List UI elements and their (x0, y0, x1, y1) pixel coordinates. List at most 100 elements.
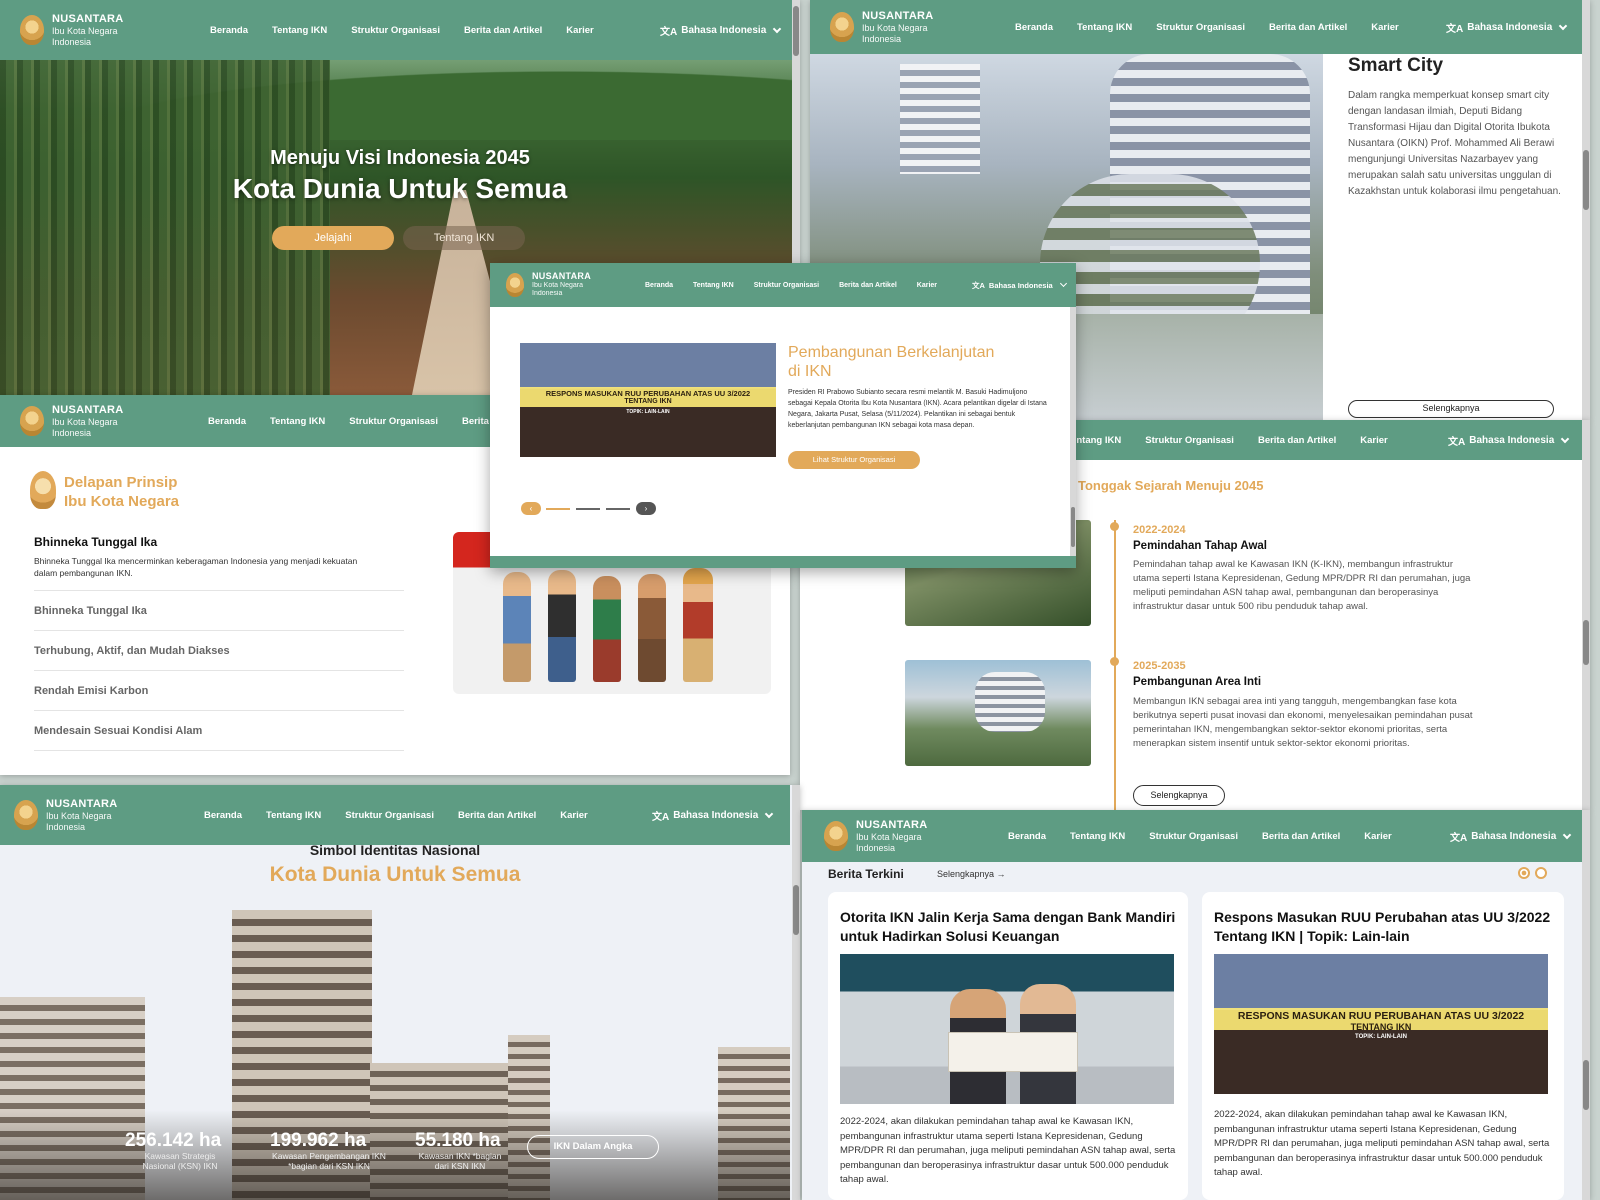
logo[interactable]: NUSANTARA Ibu Kota Negara Indonesia (824, 819, 928, 854)
scroll-thumb[interactable] (793, 885, 799, 935)
language-selector[interactable]: 文A Bahasa Indonesia (660, 23, 782, 38)
language-selector[interactable]: 文A Bahasa Indonesia (652, 808, 774, 823)
nav-item-berita[interactable]: Berita dan Artikel (464, 25, 542, 36)
nav-item-tentang[interactable]: Tentang IKN (693, 282, 734, 289)
nav-item-berita[interactable]: Berita dan Artikel (458, 810, 536, 821)
stat-label: *bagian dari KSN IKN (288, 1161, 370, 1171)
smart-city-title: Smart City (1348, 55, 1444, 76)
news-card[interactable]: Respons Masukan RUU Perubahan atas UU 3/… (1202, 892, 1564, 1200)
scrollbar[interactable] (1582, 810, 1590, 1200)
jelajahi-button[interactable]: Jelajahi (272, 226, 394, 250)
smart-city-body: Dalam rangka memperkuat konsep smart cit… (1348, 90, 1561, 197)
logo-title: NUSANTARA (862, 9, 934, 22)
scrollbar[interactable] (792, 785, 800, 1200)
scrollbar[interactable] (1582, 0, 1590, 420)
news-card[interactable]: Otorita IKN Jalin Kerja Sama dengan Bank… (828, 892, 1188, 1200)
scroll-thumb[interactable] (1583, 1060, 1589, 1110)
building-shape (975, 672, 1045, 732)
nav-item-karier[interactable]: Karier (1360, 435, 1387, 446)
nav-item-struktur[interactable]: Struktur Organisasi (351, 25, 440, 36)
nav-item-karier[interactable]: Karier (1364, 831, 1391, 842)
logo[interactable]: NUSANTARA Ibu Kota Negara Indonesia (20, 13, 124, 48)
nav-item-tentang[interactable]: Tentang IKN (270, 416, 325, 427)
logo-subtitle-2: Indonesia (46, 821, 86, 832)
news-card-title[interactable]: Respons Masukan RUU Perubahan atas UU 3/… (1214, 908, 1554, 946)
tentang-ikn-button[interactable]: Tentang IKN (403, 226, 525, 250)
translate-icon: 文A (1448, 436, 1466, 448)
prinsip-item[interactable]: Mendesain Sesuai Kondisi Alam (34, 725, 202, 737)
person-figure (503, 572, 531, 682)
berita-more-link[interactable]: Selengkapnya → (937, 869, 1006, 879)
smart-city-more-button[interactable]: Selengkapnya (1348, 400, 1554, 418)
carousel-dot-active[interactable] (1518, 867, 1530, 879)
logo[interactable]: NUSANTARA Ibu Kota Negara Indonesia (20, 404, 124, 439)
prinsip-heading-line1: Delapan Prinsip (64, 474, 178, 491)
scrollbar[interactable] (1582, 420, 1590, 810)
nav-menu: Beranda Tentang IKN Struktur Organisasi … (1015, 22, 1399, 33)
logo[interactable]: NUSANTARA Ibu Kota Negara Indonesia (14, 798, 118, 833)
nav-item-struktur[interactable]: Struktur Organisasi (1149, 831, 1238, 842)
news-card-body: 2022-2024, akan dilakukan pemindahan tah… (1214, 1109, 1550, 1178)
logo-subtitle: Ibu Kota Negara (52, 25, 118, 36)
nav-item-beranda[interactable]: Beranda (204, 810, 242, 821)
nav-item-struktur[interactable]: Struktur Organisasi (1156, 22, 1245, 33)
scroll-thumb[interactable] (1071, 507, 1075, 547)
carousel-dot[interactable] (1535, 867, 1547, 879)
nav-item-struktur[interactable]: Struktur Organisasi (349, 416, 438, 427)
prinsip-item[interactable]: Terhubung, Aktif, dan Mudah Diakses (34, 645, 230, 657)
language-selector[interactable]: 文A Bahasa Indonesia (1446, 20, 1568, 35)
nav-item-struktur[interactable]: Struktur Organisasi (345, 810, 434, 821)
ikn-dalam-angka-button[interactable]: IKN Dalam Angka (527, 1135, 659, 1159)
nav-item-berita[interactable]: Berita dan Artikel (839, 282, 897, 289)
carousel-indicator[interactable] (576, 508, 600, 510)
scrollbar[interactable] (1070, 307, 1076, 556)
language-selector[interactable]: 文A Bahasa Indonesia (972, 279, 1067, 291)
prinsip-active-title[interactable]: Bhinneka Tunggal Ika (34, 535, 157, 549)
language-label: Bahasa Indonesia (988, 280, 1053, 290)
tonggak-more-button[interactable]: Selengkapnya (1133, 785, 1225, 806)
nav-item-berita[interactable]: Berita dan Artikel (1269, 22, 1347, 33)
nav-item-beranda[interactable]: Beranda (645, 282, 673, 289)
nav-item-tentang[interactable]: Tentang IKN (266, 810, 321, 821)
nav-item-tentang[interactable]: Tentang IKN (272, 25, 327, 36)
nav-item-struktur[interactable]: Struktur Organisasi (754, 282, 819, 289)
scroll-thumb[interactable] (793, 6, 799, 56)
language-selector[interactable]: 文A Bahasa Indonesia (1448, 433, 1570, 448)
translate-icon: 文A (1446, 23, 1464, 35)
language-selector[interactable]: 文A Bahasa Indonesia (1450, 829, 1572, 844)
nav-item-tentang[interactable]: Tentang IKN (1070, 831, 1125, 842)
nav-item-beranda[interactable]: Beranda (1008, 831, 1046, 842)
prinsip-item[interactable]: Rendah Emisi Karbon (34, 685, 148, 697)
struktur-organisasi-button[interactable]: Lihat Struktur Organisasi (788, 451, 920, 469)
nav-item-tentang[interactable]: Tentang IKN (1077, 22, 1132, 33)
timeline-body: Membangun IKN sebagai area inti yang tan… (1133, 696, 1473, 749)
nav-item-beranda[interactable]: Beranda (210, 25, 248, 36)
nav-item-berita[interactable]: Berita dan Artikel (1258, 435, 1336, 446)
nav-item-beranda[interactable]: Beranda (208, 416, 246, 427)
carousel-prev-button[interactable]: ‹ (521, 502, 541, 515)
timeline-years: 2025-2035 (1133, 660, 1186, 672)
news-card-title[interactable]: Otorita IKN Jalin Kerja Sama dengan Bank… (840, 908, 1180, 946)
carousel-indicator[interactable] (606, 508, 630, 510)
nav-item-karier[interactable]: Karier (566, 25, 593, 36)
nav-item-berita[interactable]: Berita dan Artikel (1262, 831, 1340, 842)
carousel-next-button[interactable]: › (636, 502, 656, 515)
nav-item-karier[interactable]: Karier (560, 810, 587, 821)
prinsip-divider (34, 710, 404, 711)
scroll-thumb[interactable] (1583, 150, 1589, 210)
logo[interactable]: NUSANTARA Ibu Kota Negara Indonesia (830, 10, 934, 45)
language-label: Bahasa Indonesia (1471, 830, 1557, 842)
garuda-emblem-icon (14, 800, 38, 830)
carousel-indicator-active[interactable] (546, 508, 570, 510)
garuda-emblem-icon (20, 15, 44, 45)
logo[interactable]: NUSANTARA Ibu Kota Negara Indonesia (506, 271, 591, 299)
nav-item-struktur[interactable]: Struktur Organisasi (1145, 435, 1234, 446)
nav-menu: Beranda Tentang IKN Struktur Organisasi … (204, 810, 588, 821)
prinsip-item[interactable]: Bhinneka Tunggal Ika (34, 605, 147, 617)
nav-item-karier[interactable]: Karier (917, 282, 937, 289)
scroll-thumb[interactable] (1583, 620, 1589, 665)
nav-item-karier[interactable]: Karier (1371, 22, 1398, 33)
document-folder (948, 1032, 1078, 1072)
nav-item-beranda[interactable]: Beranda (1015, 22, 1053, 33)
timeline-dot (1110, 657, 1119, 666)
